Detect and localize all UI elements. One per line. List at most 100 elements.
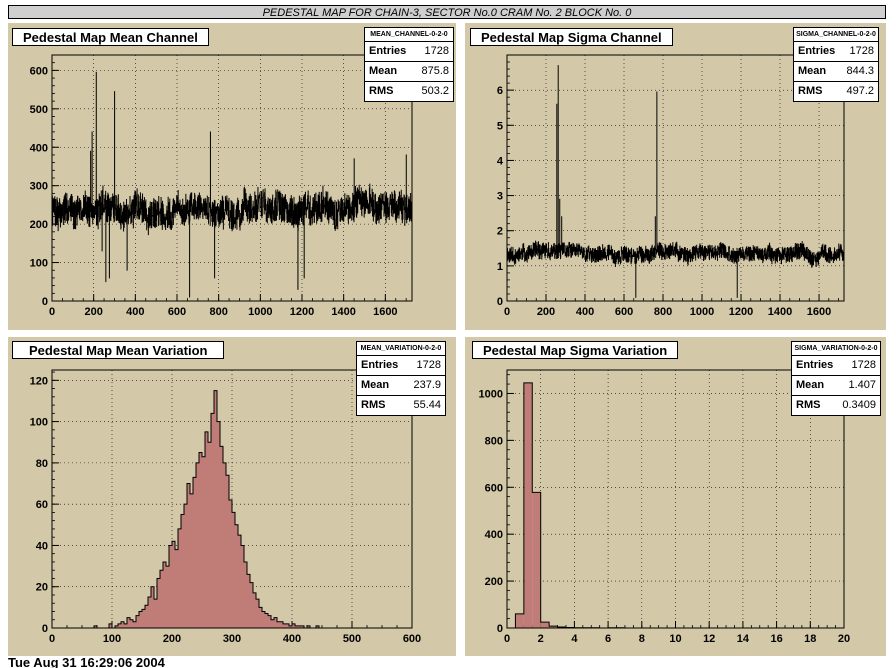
hist-bar (271, 619, 274, 628)
x-tick-label: 12 (703, 633, 715, 645)
hist-bar (532, 492, 541, 628)
x-tick-label: 20 (838, 633, 850, 645)
x-tick-label: 0 (504, 633, 510, 645)
y-tick-label: 60 (36, 499, 48, 511)
stats-rms: 0.3409 (842, 399, 876, 411)
hist-bar (199, 452, 202, 628)
x-tick-label: 400 (576, 306, 594, 318)
y-tick-label: 20 (36, 582, 48, 594)
pad-mean-variation: 0 100 200 300 400 500 600 0 20 40 60 80 100 120 Pedes… (8, 337, 456, 656)
y-tick-label: 5 (497, 120, 503, 132)
y-tick-label: 200 (485, 576, 503, 588)
x-tick-label: 600 (168, 306, 186, 318)
stats-box: SIGMA_VARIATION-0-2-0 Entries 1728 Mean 1.… (791, 341, 881, 416)
hist-bar (208, 442, 211, 628)
hist-bar (133, 621, 136, 628)
stats-entries: 1728 (851, 359, 876, 371)
x-tick-label: 1000 (690, 306, 714, 318)
footer-date: Tue Aug 31 16:29:06 2004 (8, 656, 165, 668)
x-tick-label: 400 (283, 633, 301, 645)
hist-bar (277, 621, 280, 628)
hist-bar (187, 483, 190, 628)
x-tick-label: 1000 (248, 306, 272, 318)
stats-name: MEAN_VARIATION-0-2-0 (357, 342, 445, 356)
y-tick-label: 40 (36, 540, 48, 552)
x-tick-label: 4 (571, 633, 578, 645)
y-tick-label: 4 (497, 155, 504, 167)
y-tick-label: 300 (30, 181, 48, 193)
hist-bar (283, 623, 286, 628)
stats-mean: 237.9 (413, 379, 441, 391)
x-tick-label: 400 (126, 306, 144, 318)
x-tick-label: 200 (537, 306, 555, 318)
hist-bar (232, 512, 235, 628)
hist-bar (184, 504, 187, 628)
stats-box: MEAN_VARIATION-0-2-0 Entries 1728 Mean 237… (356, 341, 446, 416)
y-tick-label: 80 (36, 458, 48, 470)
x-tick-label: 300 (223, 633, 241, 645)
x-tick-label: 10 (669, 633, 681, 645)
pad-title: Pedestal Map Sigma Channel (470, 28, 673, 46)
hist-bar (124, 623, 127, 628)
y-tick-label: 2 (497, 226, 503, 238)
hist-bar (172, 541, 175, 628)
x-tick-label: 0 (49, 306, 55, 318)
hist-bar (235, 524, 238, 628)
y-tick-label: 3 (497, 191, 503, 203)
y-tick-label: 400 (30, 142, 48, 154)
x-tick-label: 2 (538, 633, 544, 645)
x-tick-label: 16 (770, 633, 782, 645)
hist-bar (523, 382, 533, 628)
hist-bar (238, 535, 241, 628)
pad-sigma-channel: 0 200 400 600 800 1000 1200 1400 1600 0 1 2 3 4 5 6 Ped… (465, 23, 886, 330)
y-tick-label: 200 (30, 219, 48, 231)
stats-entries: 1728 (416, 359, 441, 371)
stats-rms: 55.44 (413, 399, 441, 411)
hist-bar (196, 462, 199, 628)
x-tick-label: 8 (639, 633, 645, 645)
pad-title: Pedestal Map Mean Channel (12, 28, 209, 46)
stats-name: SIGMA_VARIATION-0-2-0 (792, 342, 880, 356)
pad-mean-channel: 0 200 400 600 800 1000 1200 1400 1600 0 100 200 300 4… (8, 23, 456, 330)
x-tick-label: 0 (49, 633, 55, 645)
y-tick-label: 6 (497, 85, 503, 97)
hist-bar (220, 446, 223, 628)
pad-sigma-variation: 0 2 4 6 8 10 12 14 16 18 20 0 200 400 600 800 1000 Pedes… (465, 337, 886, 656)
x-tick-label: 1400 (331, 306, 355, 318)
stats-mean: 875.8 (421, 65, 449, 77)
x-tick-label: 1600 (373, 306, 397, 318)
hist-bar (214, 390, 217, 628)
x-tick-label: 1200 (290, 306, 314, 318)
stats-name: SIGMA_CHANNEL-0-2-0 (794, 28, 878, 42)
y-tick-label: 1000 (479, 388, 503, 400)
stats-rms: 497.2 (846, 85, 874, 97)
stats-name: MEAN_CHANNEL-0-2-0 (365, 28, 453, 42)
hist-bar (515, 613, 524, 628)
hist-bar (154, 599, 157, 628)
hist-bar (202, 456, 205, 628)
stats-entries: 1728 (849, 45, 874, 57)
x-tick-label: 1400 (768, 306, 792, 318)
hist-bar (181, 514, 184, 628)
hist-bar (205, 431, 208, 628)
y-tick-label: 120 (30, 375, 48, 387)
x-tick-label: 200 (163, 633, 181, 645)
y-tick-label: 0 (497, 296, 503, 308)
hist-bar (190, 493, 193, 628)
hist-bar (229, 500, 232, 628)
hist-bar (142, 609, 145, 628)
x-tick-label: 800 (209, 306, 227, 318)
x-tick-label: 1600 (807, 306, 831, 318)
y-tick-label: 0 (42, 623, 48, 635)
stats-box: MEAN_CHANNEL-0-2-0 Entries 1728 Mean 875.8… (364, 27, 454, 102)
x-tick-label: 600 (403, 633, 421, 645)
x-tick-label: 1200 (729, 306, 753, 318)
x-tick-label: 6 (605, 633, 611, 645)
hist-bar (211, 413, 214, 628)
y-tick-label: 600 (485, 482, 503, 494)
x-tick-label: 100 (103, 633, 121, 645)
hist-bar (217, 421, 220, 628)
hist-bar (163, 561, 166, 628)
x-tick-label: 800 (654, 306, 672, 318)
stats-mean: 1.407 (848, 379, 876, 391)
